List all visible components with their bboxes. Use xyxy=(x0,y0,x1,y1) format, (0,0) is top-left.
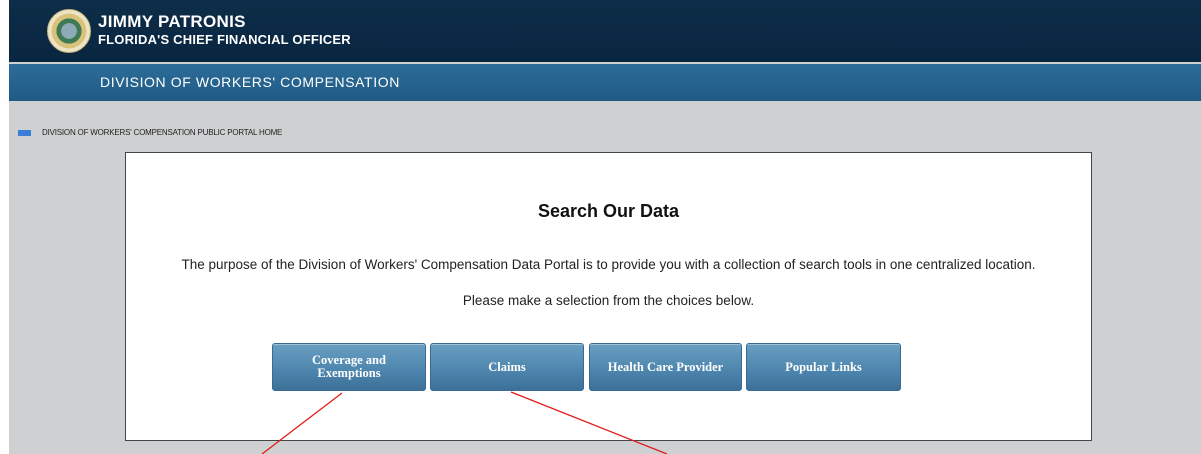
intro-text: The purpose of the Division of Workers' … xyxy=(181,257,1036,272)
breadcrumb-home-link[interactable]: DIVISION OF WORKERS' COMPENSATION PUBLIC… xyxy=(42,128,282,137)
popular-links-button[interactable]: Popular Links xyxy=(746,343,901,391)
division-title[interactable]: DIVISION OF WORKERS' COMPENSATION xyxy=(100,74,400,90)
florida-seal-logo xyxy=(47,9,91,53)
health-care-provider-button[interactable]: Health Care Provider xyxy=(589,343,742,391)
coverage-exemptions-button[interactable]: Coverage and Exemptions xyxy=(272,343,426,391)
official-name: JIMMY PATRONIS xyxy=(98,12,246,31)
breadcrumb-bullet-icon xyxy=(18,130,31,136)
page-frame: JIMMY PATRONIS FLORIDA'S CHIEF FINANCIAL… xyxy=(9,0,1201,454)
claims-button[interactable]: Claims xyxy=(430,343,584,391)
header-bar: JIMMY PATRONIS FLORIDA'S CHIEF FINANCIAL… xyxy=(9,0,1201,62)
search-panel: Search Our Data The purpose of the Divis… xyxy=(125,152,1092,441)
popular-links-label: Popular Links xyxy=(785,359,862,374)
official-title: FLORIDA'S CHIEF FINANCIAL OFFICER xyxy=(98,32,351,47)
selection-prompt: Please make a selection from the choices… xyxy=(462,293,755,308)
coverage-exemptions-label: Coverage and Exemptions xyxy=(312,353,386,380)
page-title: Search Our Data xyxy=(537,201,680,221)
health-care-provider-label: Health Care Provider xyxy=(607,359,724,374)
claims-label: Claims xyxy=(488,359,526,374)
